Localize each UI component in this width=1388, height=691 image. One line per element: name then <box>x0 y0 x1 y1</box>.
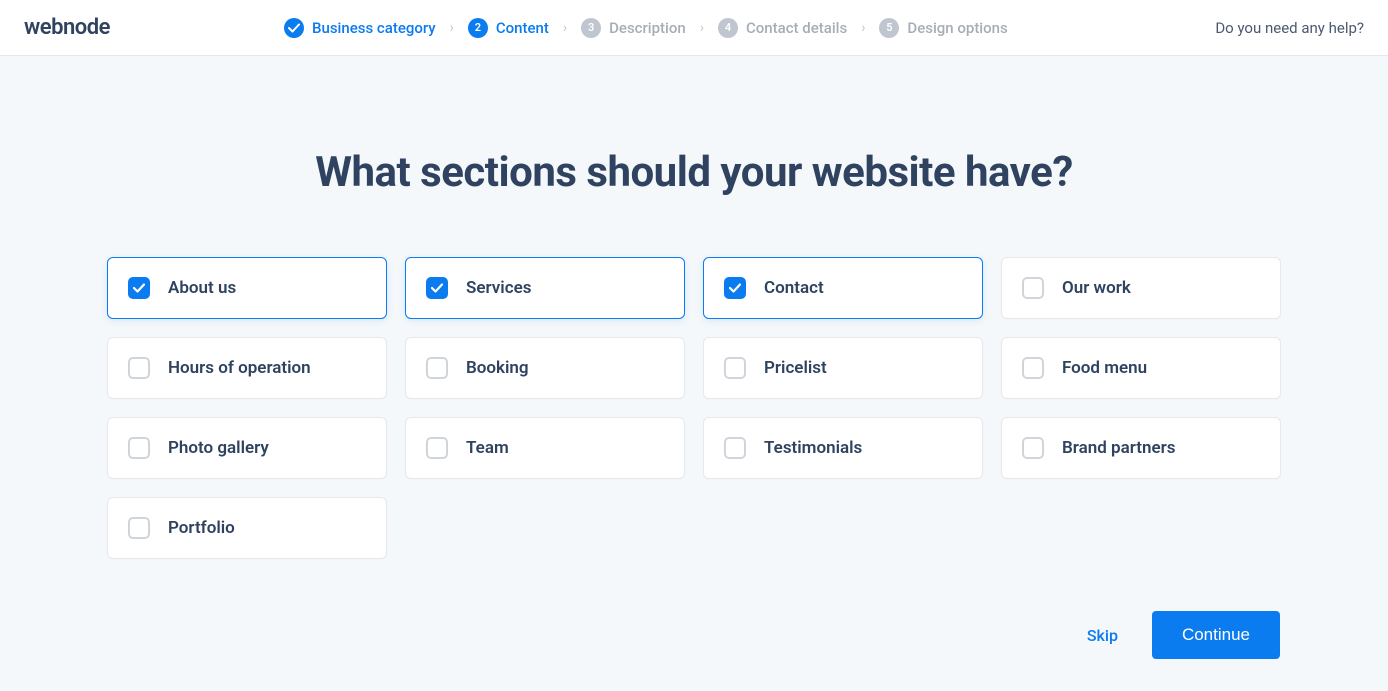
section-option[interactable]: Contact <box>703 257 983 319</box>
section-option[interactable]: Photo gallery <box>107 417 387 479</box>
checkbox-icon[interactable] <box>128 517 150 539</box>
continue-button[interactable]: Continue <box>1152 611 1280 659</box>
section-label: About us <box>168 278 236 298</box>
step-label: Content <box>496 19 549 37</box>
chevron-right-icon: › <box>861 20 865 36</box>
section-option[interactable]: About us <box>107 257 387 319</box>
checkbox-icon[interactable] <box>1022 437 1044 459</box>
step-label: Business category <box>312 19 436 37</box>
checkbox-icon[interactable] <box>128 357 150 379</box>
help-link[interactable]: Do you need any help? <box>1215 19 1364 37</box>
step-number-icon: 2 <box>468 18 488 38</box>
step-label: Design options <box>907 19 1007 37</box>
section-label: Pricelist <box>764 358 827 378</box>
sections-grid: About us Services Contact Our work Hours of … <box>107 257 1281 559</box>
section-option[interactable]: Our work <box>1001 257 1281 319</box>
section-label: Food menu <box>1062 358 1147 378</box>
wizard-step[interactable]: Business category <box>284 18 436 38</box>
step-number-icon: 5 <box>879 18 899 38</box>
checkbox-icon[interactable] <box>128 277 150 299</box>
footer-actions: Skip Continue <box>1087 611 1280 659</box>
checkbox-icon[interactable] <box>426 277 448 299</box>
section-label: Services <box>466 278 531 298</box>
step-number-icon: 4 <box>718 18 738 38</box>
checkbox-icon[interactable] <box>426 437 448 459</box>
checkbox-icon[interactable] <box>1022 277 1044 299</box>
skip-button[interactable]: Skip <box>1087 626 1118 645</box>
chevron-right-icon: › <box>563 20 567 36</box>
section-option[interactable]: Portfolio <box>107 497 387 559</box>
wizard-step[interactable]: 4 Contact details <box>718 18 847 38</box>
step-label: Description <box>609 19 686 37</box>
section-label: Testimonials <box>764 438 862 458</box>
section-option[interactable]: Booking <box>405 337 685 399</box>
chevron-right-icon: › <box>700 20 704 36</box>
step-number-icon: 3 <box>581 18 601 38</box>
section-label: Team <box>466 438 509 458</box>
section-label: Booking <box>466 358 529 378</box>
section-label: Photo gallery <box>168 438 269 458</box>
section-option[interactable]: Team <box>405 417 685 479</box>
checkbox-icon[interactable] <box>724 277 746 299</box>
section-option[interactable]: Pricelist <box>703 337 983 399</box>
checkbox-icon[interactable] <box>724 437 746 459</box>
checkbox-icon[interactable] <box>128 437 150 459</box>
wizard-step[interactable]: 2 Content <box>468 18 549 38</box>
section-option[interactable]: Hours of operation <box>107 337 387 399</box>
logo[interactable]: webnode <box>24 15 284 40</box>
section-label: Portfolio <box>168 518 235 538</box>
section-label: Our work <box>1062 278 1131 298</box>
section-option[interactable]: Testimonials <box>703 417 983 479</box>
section-option[interactable]: Brand partners <box>1001 417 1281 479</box>
section-option[interactable]: Services <box>405 257 685 319</box>
section-option[interactable]: Food menu <box>1001 337 1281 399</box>
wizard-step[interactable]: 3 Description <box>581 18 686 38</box>
main-content: What sections should your website have? … <box>0 56 1388 559</box>
header: webnode Business category › 2 Content › 3 Desc… <box>0 0 1388 56</box>
section-label: Contact <box>764 278 824 298</box>
step-label: Contact details <box>746 19 847 37</box>
check-icon <box>284 18 304 38</box>
chevron-right-icon: › <box>450 20 454 36</box>
section-label: Hours of operation <box>168 358 311 378</box>
page-title: What sections should your website have? <box>0 148 1388 197</box>
wizard-step[interactable]: 5 Design options <box>879 18 1007 38</box>
checkbox-icon[interactable] <box>426 357 448 379</box>
section-label: Brand partners <box>1062 438 1175 458</box>
checkbox-icon[interactable] <box>1022 357 1044 379</box>
wizard-steps: Business category › 2 Content › 3 Description ›… <box>284 18 1215 38</box>
checkbox-icon[interactable] <box>724 357 746 379</box>
